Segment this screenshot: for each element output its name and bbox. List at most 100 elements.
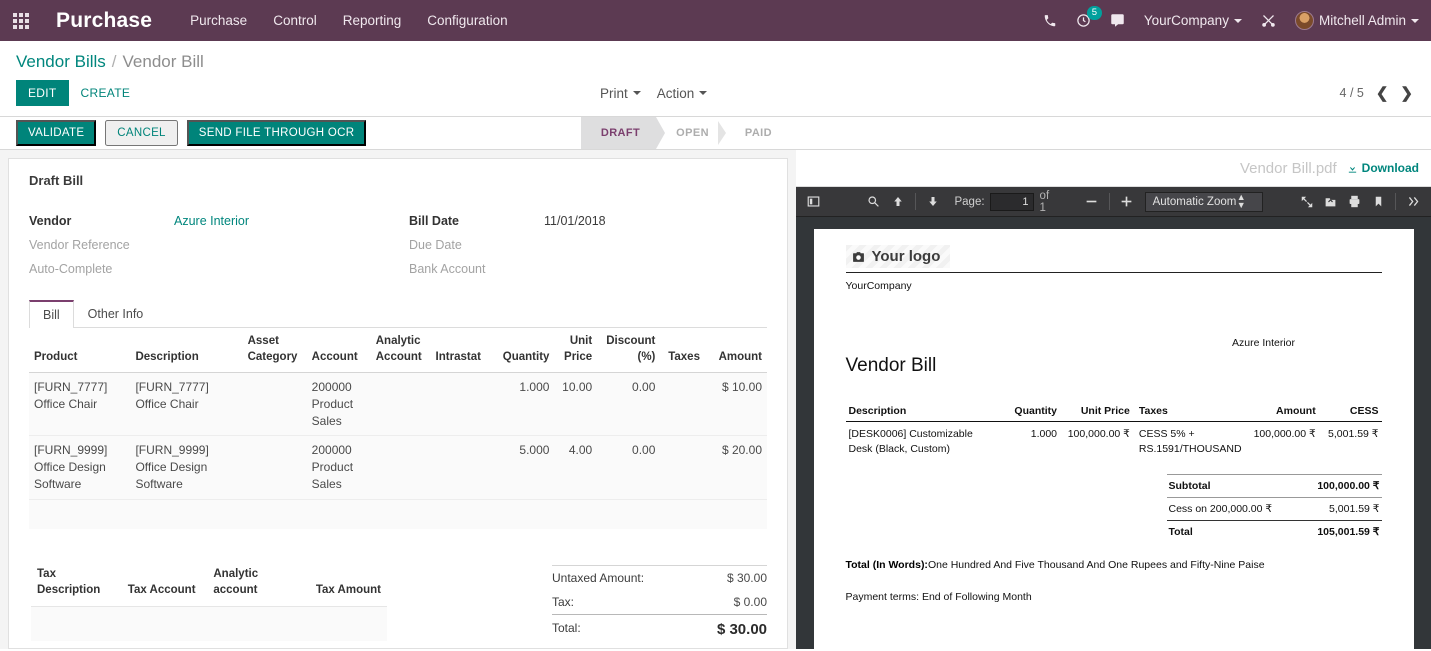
tax-label: Tax: (552, 595, 575, 610)
totals-summary: Untaxed Amount: $ 30.00 Tax: $ 0.00 Tota… (552, 565, 767, 643)
chevron-left-icon[interactable]: ❮ (1376, 84, 1389, 102)
field-value-bill-date[interactable]: 11/01/2018 (544, 214, 767, 228)
company-switcher[interactable]: YourCompany (1144, 13, 1242, 28)
fullscreen-icon[interactable] (1295, 191, 1319, 213)
pdf-preview-pane: Vendor Bill.pdf Download Page: of 1 (796, 150, 1431, 649)
cancel-button[interactable]: CANCEL (105, 120, 178, 146)
tax-empty-row (31, 606, 387, 642)
field-value-auto-complete[interactable] (174, 262, 409, 276)
zoom-in-button[interactable] (1115, 191, 1139, 213)
untaxed-amount-row: Untaxed Amount: $ 30.00 (552, 565, 767, 590)
grand-total-label: Total: (552, 621, 581, 636)
logo-placeholder: Your logo (845, 245, 951, 268)
table-empty-row[interactable] (29, 499, 767, 530)
chevron-down-icon (632, 91, 641, 95)
field-value-vendor[interactable]: Azure Interior (174, 214, 409, 228)
menu-item-purchase[interactable]: Purchase (190, 13, 247, 28)
pdf-col-amount: Amount (1245, 403, 1319, 422)
action-dropdown[interactable]: Action (657, 86, 708, 101)
print-icon[interactable] (1342, 191, 1366, 213)
record-pager: 4 / 5 ❮ ❯ (1340, 84, 1413, 102)
pdf-col-unit-price: Unit Price (1060, 403, 1133, 422)
user-name-label: Mitchell Admin (1318, 13, 1406, 28)
col-tax-description: Tax Description (37, 568, 101, 596)
download-button[interactable]: Download (1347, 161, 1419, 175)
phone-icon[interactable] (1043, 14, 1057, 28)
company-name-label: YourCompany (1143, 13, 1229, 28)
pdf-cess-value: 5,001.59 ₹ (1329, 503, 1380, 516)
page-label: Page: (954, 195, 985, 208)
zoom-out-button[interactable] (1080, 191, 1104, 213)
activity-clock-icon[interactable]: 5 (1076, 6, 1102, 28)
arrow-up-icon[interactable] (886, 191, 910, 213)
zoom-level-select[interactable]: Automatic Zoom ▲ ▼ (1144, 191, 1263, 212)
col-taxes: Taxes (660, 328, 705, 374)
table-row[interactable]: [FURN_9999] Office Design Software [FURN… (29, 435, 767, 500)
logo-placeholder-label: Your logo (871, 248, 941, 265)
chevron-right-icon[interactable]: ❯ (1400, 84, 1413, 102)
header-fields: Vendor Azure Interior Bill Date 11/01/20… (29, 214, 767, 276)
toolbar-divider (1108, 193, 1110, 210)
field-value-due-date[interactable] (544, 238, 767, 252)
create-button[interactable]: CREATE (69, 80, 143, 106)
col-amount: Amount (704, 328, 767, 374)
arrow-down-icon[interactable] (921, 191, 945, 213)
bookmark-icon[interactable] (1366, 191, 1390, 213)
open-file-icon[interactable] (1319, 191, 1343, 213)
pdf-recipient: Azure Interior (1231, 337, 1296, 349)
debug-tools-icon[interactable] (1261, 13, 1276, 28)
chat-icon[interactable] (1110, 13, 1125, 28)
status-stage-draft[interactable]: DRAFT (580, 117, 666, 149)
action-label: Action (656, 85, 695, 101)
table-row[interactable]: [FURN_7777] Office Chair [FURN_7777] Off… (29, 372, 767, 436)
notebook-tabs: Bill Other Info (29, 300, 767, 328)
tab-bill[interactable]: Bill (29, 300, 74, 328)
menu-item-control[interactable]: Control (273, 13, 317, 28)
field-value-bank-account[interactable] (544, 262, 767, 276)
search-icon[interactable] (862, 191, 886, 213)
cell-taxes (660, 373, 705, 436)
breadcrumb-vendor-bills[interactable]: Vendor Bills (16, 52, 106, 72)
breadcrumb-current: Vendor Bill (122, 52, 204, 71)
camera-icon (852, 251, 864, 262)
send-file-through-ocr-button[interactable]: SEND FILE THROUGH OCR (186, 120, 367, 146)
pdf-total-in-words-value: One Hundred And Five Thousand And One Ru… (927, 559, 1265, 572)
pdf-page: Your logo YourCompany Azure Interior Ven… (813, 229, 1414, 649)
field-value-vendor-reference[interactable] (174, 238, 409, 252)
status-stage-paid[interactable]: PAID (725, 117, 788, 149)
col-tax-account: Tax Account (127, 583, 196, 596)
tab-other-info[interactable]: Other Info (74, 300, 158, 327)
tax-header-row: Tax Description Tax Account Analytic acc… (31, 567, 387, 604)
navbar-right-tools: 5 YourCompany Mitchell Admin (1043, 6, 1431, 30)
print-dropdown[interactable]: Print (600, 86, 641, 101)
validate-button[interactable]: VALIDATE (16, 120, 97, 146)
apps-grid-icon[interactable] (0, 12, 42, 29)
menu-item-reporting[interactable]: Reporting (343, 13, 402, 28)
app-brand-title[interactable]: Purchase (56, 9, 152, 33)
page-number-input[interactable] (989, 192, 1034, 211)
table-header-row: Product Description Asset Category Accou… (29, 328, 767, 374)
pdf-col-taxes: Taxes (1132, 403, 1246, 422)
status-stage-open[interactable]: OPEN (656, 117, 726, 149)
page-title: Draft Bill (29, 173, 84, 188)
user-menu[interactable]: Mitchell Admin (1294, 11, 1419, 30)
menu-item-configuration[interactable]: Configuration (427, 13, 507, 28)
cell-analytic-account (371, 373, 431, 436)
status-pipeline: DRAFT OPEN PAID (580, 117, 788, 149)
edit-button[interactable]: EDIT (16, 80, 69, 106)
sidebar-toggle-icon[interactable] (802, 191, 826, 213)
pdf-cell-description: [DESK0006] Customizable Desk (Black, Cus… (848, 428, 973, 456)
col-description: Description (130, 328, 243, 374)
untaxed-amount-value: $ 30.00 (726, 571, 767, 586)
pdf-document-title: Vendor Bill (845, 355, 937, 376)
double-chevron-right-icon[interactable] (1401, 191, 1425, 213)
cell-account: 200000 Product Sales (311, 380, 354, 428)
cell-amount: $ 10.00 (721, 380, 762, 395)
col-account: Account (306, 328, 371, 374)
cell-unit-price: 10.00 (562, 380, 593, 395)
cell-analytic-account (371, 436, 431, 499)
pdf-cell-quantity: 1.000 (1030, 428, 1058, 440)
statusbar-row: VALIDATE CANCEL SEND FILE THROUGH OCR DR… (0, 117, 1431, 150)
pdf-viewport[interactable]: Your logo YourCompany Azure Interior Ven… (796, 217, 1431, 649)
pdf-total-label: Total (1168, 526, 1193, 539)
